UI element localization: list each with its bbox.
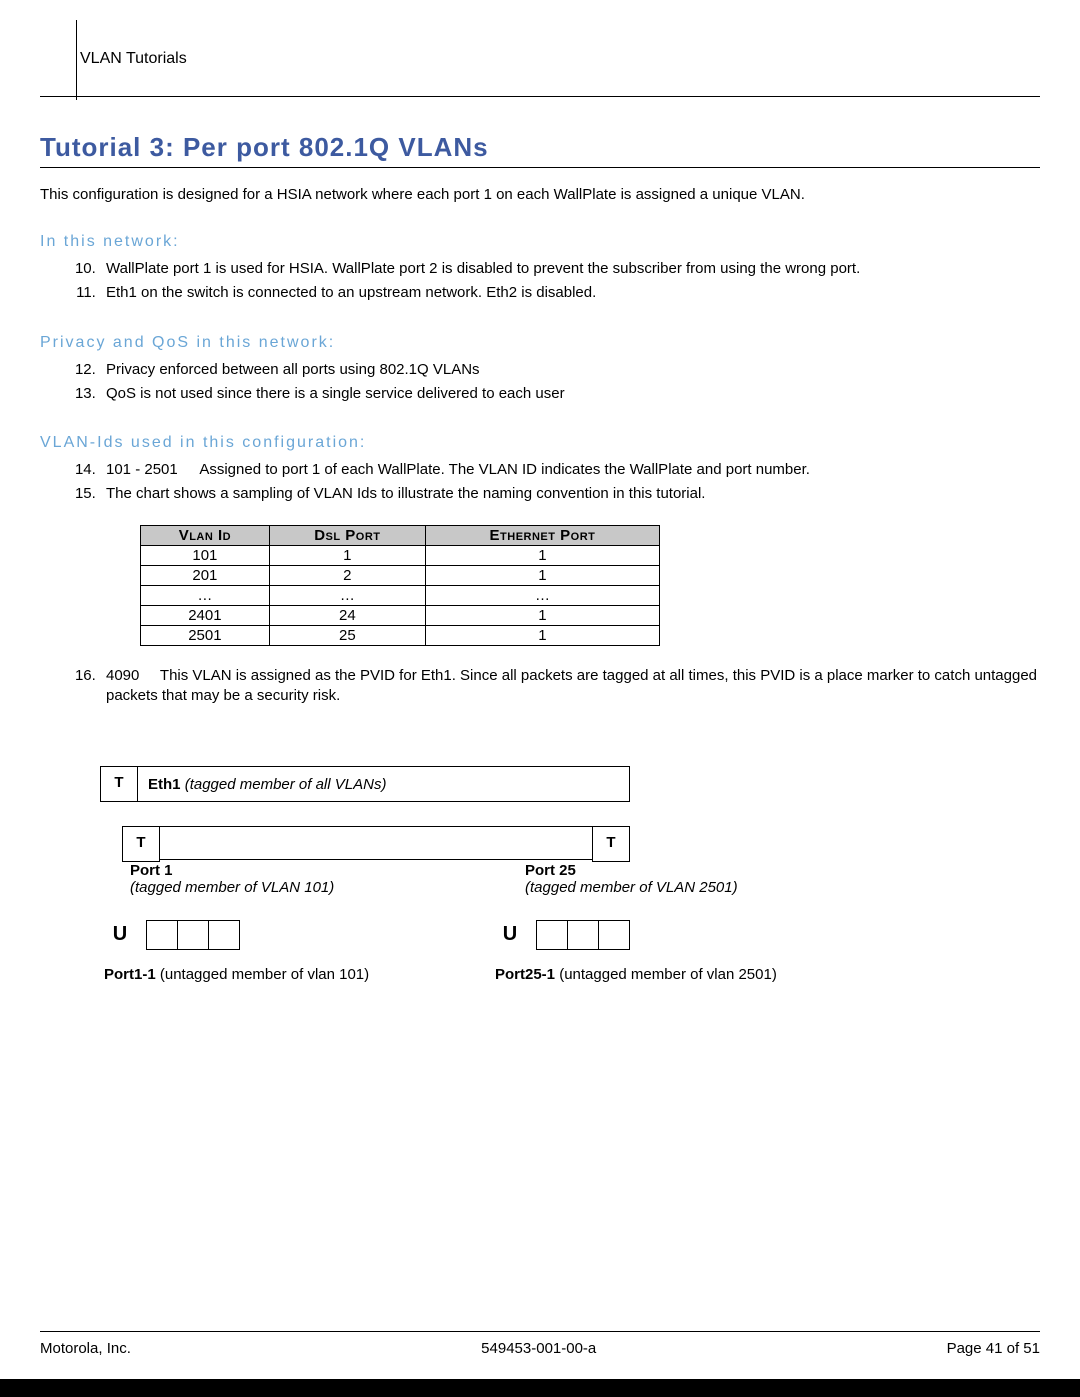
pvid-text: This VLAN is assigned as the PVID for Et… <box>106 667 1037 704</box>
breadcrumb: VLAN Tutorials <box>80 50 187 67</box>
vlan-range-key: 101 - 2501 <box>106 460 196 480</box>
untagged-marker: U <box>490 916 530 954</box>
table-row: 201 2 1 <box>141 565 660 585</box>
port-box <box>209 921 239 949</box>
port25-desc: (tagged member of VLAN 2501) <box>525 879 738 896</box>
list-item: Eth1 on the switch is connected to an up… <box>100 283 1040 303</box>
untagged-marker: U <box>100 916 140 954</box>
port-box <box>599 921 629 949</box>
cell: 201 <box>141 565 270 585</box>
list-item: 101 - 2501 Assigned to port 1 of each Wa… <box>100 460 1040 480</box>
vlan-diagram: T Eth1 (tagged member of all VLANs) T T … <box>100 766 1040 1026</box>
tagged-marker: T <box>101 767 138 801</box>
header-rule-vertical <box>76 20 77 100</box>
page-content: Tutorial 3: Per port 802.1Q VLANs This c… <box>40 97 1040 1026</box>
table-row: 2501 25 1 <box>141 625 660 645</box>
port-row-spacer <box>160 826 592 860</box>
wallplate-1: U <box>100 916 240 954</box>
footer-rule <box>40 1331 1040 1332</box>
eth1-desc: (tagged member of all VLANs) <box>185 776 387 793</box>
cell: 25 <box>269 625 425 645</box>
port1-label: Port 1 (tagged member of VLAN 101) <box>130 862 334 896</box>
col-vlan-id: Vlan Id <box>141 525 270 545</box>
footer-row: Motorola, Inc. 549453-001-00-a Page 41 o… <box>40 1340 1040 1357</box>
table-row: 101 1 1 <box>141 545 660 565</box>
list-item: 4090 This VLAN is assigned as the PVID f… <box>100 666 1040 707</box>
table-row: 2401 24 1 <box>141 605 660 625</box>
port1-1-name: Port1-1 <box>104 966 156 983</box>
cell: 101 <box>141 545 270 565</box>
port-box <box>537 921 568 949</box>
eth1-label: Eth1 (tagged member of all VLANs) <box>138 776 386 793</box>
heading-in-network: In this network: <box>40 233 1040 251</box>
page-header: VLAN Tutorials <box>40 50 1040 97</box>
port1-1-label: Port1-1 (untagged member of vlan 101) <box>104 966 369 983</box>
list-in-network: WallPlate port 1 is used for HSIA. WallP… <box>100 259 1040 304</box>
footer-page: Page 41 of 51 <box>947 1340 1040 1357</box>
port25-1-desc: (untagged member of vlan 2501) <box>555 966 777 983</box>
vlan-range-text: Assigned to port 1 of each WallPlate. Th… <box>199 461 810 478</box>
pvid-key: 4090 <box>106 666 156 686</box>
list-privacy-qos: Privacy enforced between all ports using… <box>100 360 1040 405</box>
col-dsl-port: Dsl Port <box>269 525 425 545</box>
cell: … <box>269 585 425 605</box>
footer-company: Motorola, Inc. <box>40 1340 131 1357</box>
cell: 2 <box>269 565 425 585</box>
cell: … <box>141 585 270 605</box>
list-item: Privacy enforced between all ports using… <box>100 360 1040 380</box>
port25-label: Port 25 (tagged member of VLAN 2501) <box>525 862 738 896</box>
port-box <box>147 921 178 949</box>
list-vlan-ids: 101 - 2501 Assigned to port 1 of each Wa… <box>100 460 1040 505</box>
eth1-row: T Eth1 (tagged member of all VLANs) <box>100 766 630 802</box>
cell: 2401 <box>141 605 270 625</box>
footer-docnum: 549453-001-00-a <box>481 1340 596 1357</box>
col-ethernet-port: Ethernet Port <box>425 525 659 545</box>
cell: 1 <box>269 545 425 565</box>
eth1-italic: tagged member of all VLANs) <box>190 776 387 793</box>
eth1-name: Eth1 <box>148 776 181 793</box>
cell: … <box>425 585 659 605</box>
table-header-row: Vlan Id Dsl Port Ethernet Port <box>141 525 660 545</box>
port25-1-label: Port25-1 (untagged member of vlan 2501) <box>495 966 777 983</box>
port1-desc: (tagged member of VLAN 101) <box>130 879 334 896</box>
cell: 1 <box>425 565 659 585</box>
wallplate-25: U <box>490 916 630 954</box>
cell: 24 <box>269 605 425 625</box>
bottom-black-band <box>0 1379 1080 1397</box>
tagged-marker: T <box>592 826 630 862</box>
list-item: The chart shows a sampling of VLAN Ids t… <box>100 484 1040 504</box>
port-box <box>178 921 209 949</box>
tagged-marker: T <box>122 826 160 862</box>
cell: 1 <box>425 625 659 645</box>
cell: 1 <box>425 605 659 625</box>
list-item: WallPlate port 1 is used for HSIA. WallP… <box>100 259 1040 279</box>
dsl-port-row: T T <box>122 826 630 860</box>
table-row: … … … <box>141 585 660 605</box>
port-box <box>568 921 599 949</box>
heading-vlan-ids: VLAN-Ids used in this configuration: <box>40 434 1040 452</box>
heading-privacy-qos: Privacy and QoS in this network: <box>40 334 1040 352</box>
port1-name: Port 1 <box>130 862 173 879</box>
port25-1-name: Port25-1 <box>495 966 555 983</box>
document-page: VLAN Tutorials Tutorial 3: Per port 802.… <box>0 0 1080 1397</box>
page-footer: Motorola, Inc. 549453-001-00-a Page 41 o… <box>40 1331 1040 1357</box>
cell: 1 <box>425 545 659 565</box>
port1-1-desc: (untagged member of vlan 101) <box>156 966 369 983</box>
list-vlan-ids-cont: 4090 This VLAN is assigned as the PVID f… <box>100 666 1040 707</box>
wallplate-ports <box>536 920 630 950</box>
list-item: QoS is not used since there is a single … <box>100 384 1040 404</box>
intro-paragraph: This configuration is designed for a HSI… <box>40 186 1040 203</box>
page-title: Tutorial 3: Per port 802.1Q VLANs <box>40 132 1040 168</box>
cell: 2501 <box>141 625 270 645</box>
vlan-table: Vlan Id Dsl Port Ethernet Port 101 1 1 2… <box>140 525 660 646</box>
port25-name: Port 25 <box>525 862 576 879</box>
wallplate-ports <box>146 920 240 950</box>
